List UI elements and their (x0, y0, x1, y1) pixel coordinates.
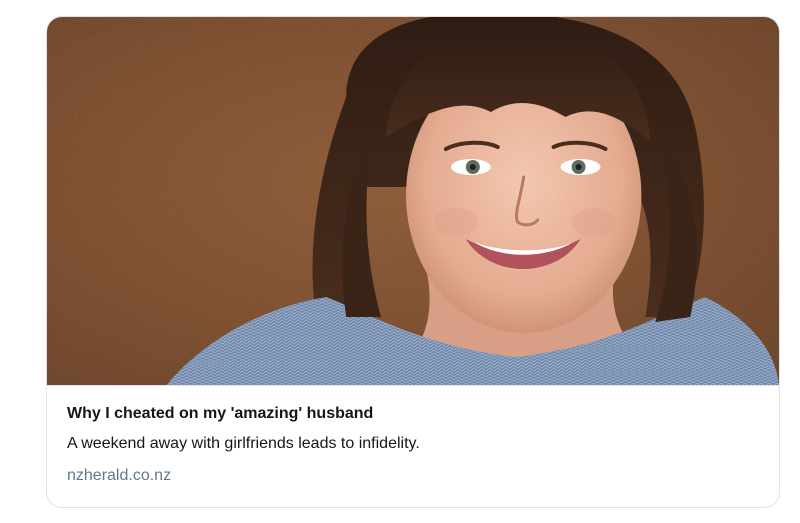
card-title[interactable]: Why I cheated on my 'amazing' husband (67, 404, 779, 424)
woman-portrait-image (47, 17, 779, 385)
card-domain[interactable]: nzherald.co.nz (67, 466, 779, 486)
link-preview-card[interactable]: Why I cheated on my 'amazing' husband A … (46, 16, 780, 508)
card-text-block: Why I cheated on my 'amazing' husband A … (47, 386, 779, 486)
preview-image[interactable] (47, 17, 779, 386)
card-description: A weekend away with girlfriends leads to… (67, 435, 420, 452)
